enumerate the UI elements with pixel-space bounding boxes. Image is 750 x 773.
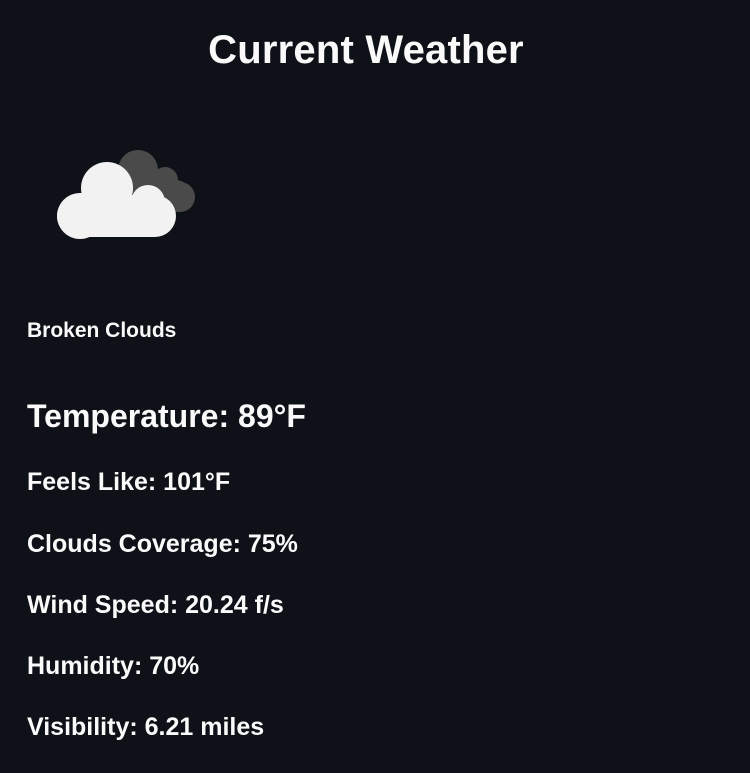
page-title: Current Weather — [208, 28, 524, 72]
broken-clouds-icon — [50, 140, 200, 250]
wind-speed-value: Wind Speed: 20.24 f/s — [27, 591, 284, 619]
weather-description: Broken Clouds — [27, 319, 177, 342]
feels-like-value: Feels Like: 101°F — [27, 468, 231, 496]
clouds-coverage-value: Clouds Coverage: 75% — [27, 530, 298, 558]
temperature-value: Temperature: 89°F — [27, 398, 306, 434]
humidity-value: Humidity: 70% — [27, 652, 200, 680]
weather-page: Current Weather Broken Clouds Temperatur… — [0, 0, 750, 773]
visibility-value: Visibility: 6.21 miles — [27, 713, 265, 741]
